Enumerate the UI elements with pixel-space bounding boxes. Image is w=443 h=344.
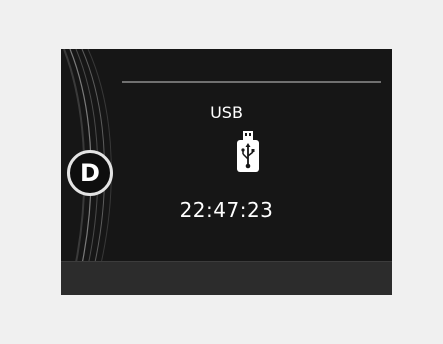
gear-indicator: D (67, 150, 113, 196)
media-source-label: USB (210, 103, 243, 122)
usb-drive-icon (237, 131, 259, 172)
top-divider (122, 81, 381, 83)
bottom-status-bar (61, 261, 392, 295)
bottom-divider (61, 261, 392, 262)
gear-letter: D (80, 159, 100, 187)
clock-time: 22:47:23 (179, 198, 274, 222)
cluster-display: D USB 22:47:23 (61, 49, 392, 295)
